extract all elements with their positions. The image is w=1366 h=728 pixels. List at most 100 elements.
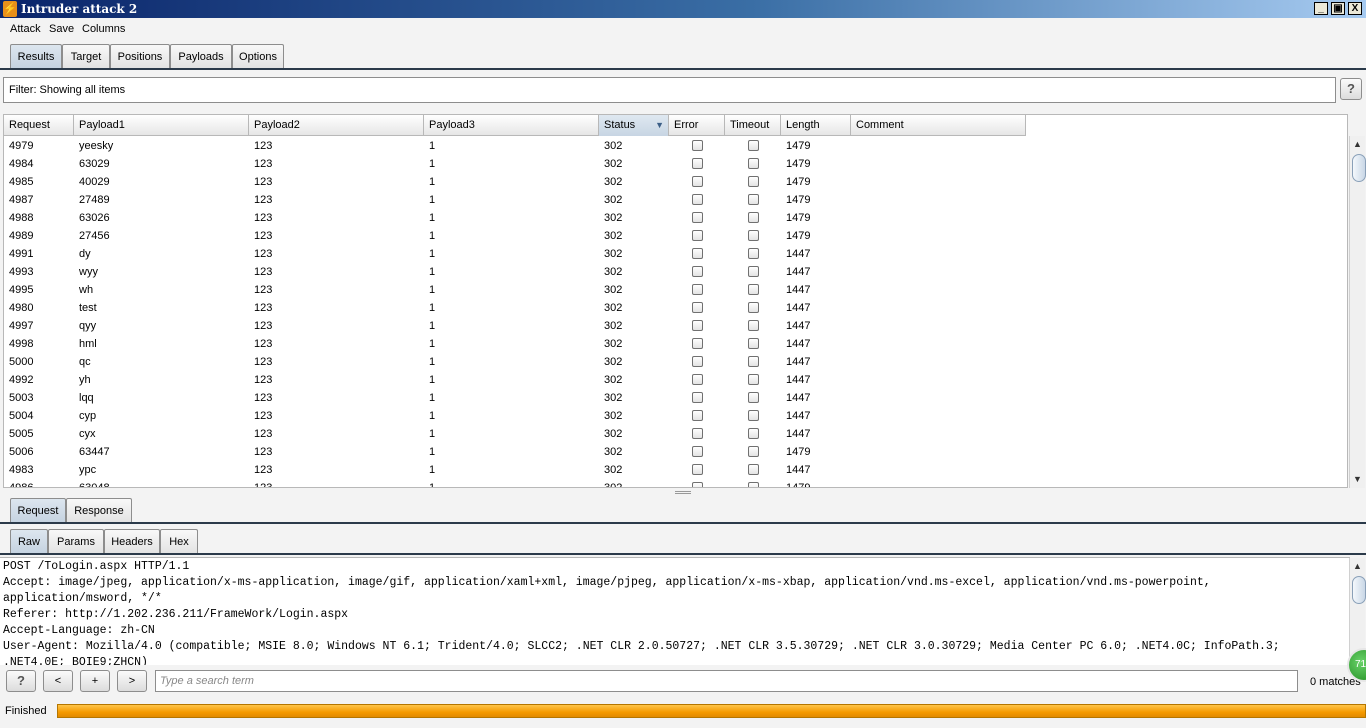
- table-row[interactable]: 5005 cyx 123 1 302 1447: [4, 425, 1026, 443]
- tab-raw[interactable]: Raw: [10, 529, 48, 554]
- menu-columns[interactable]: Columns: [82, 23, 125, 35]
- column-timeout[interactable]: Timeout: [725, 115, 781, 136]
- table-row[interactable]: 4985 40029 123 1 302 1479: [4, 173, 1026, 191]
- cell-payload3: 1: [429, 428, 436, 440]
- tab-payloads[interactable]: Payloads: [170, 44, 232, 69]
- error-checkbox: [692, 428, 703, 439]
- timeout-checkbox: [748, 392, 759, 403]
- tab-hex[interactable]: Hex: [160, 529, 198, 554]
- table-row[interactable]: 4988 63026 123 1 302 1479: [4, 209, 1026, 227]
- cell-payload2: 123: [254, 410, 273, 422]
- table-row[interactable]: 4989 27456 123 1 302 1479: [4, 227, 1026, 245]
- timeout-checkbox: [748, 230, 759, 241]
- tab-response[interactable]: Response: [66, 498, 132, 523]
- cell-payload3: 1: [429, 212, 436, 224]
- cell-request: 4980: [9, 302, 34, 314]
- cell-request: 4998: [9, 338, 34, 350]
- previous-match-button[interactable]: <: [43, 670, 73, 692]
- request-line: Accept: image/jpeg, application/x-ms-app…: [3, 576, 1211, 589]
- tab-results[interactable]: Results: [10, 44, 62, 69]
- table-row[interactable]: 4979 yeesky 123 1 302 1479: [4, 137, 1026, 155]
- results-scrollbar[interactable]: ▲ ▼: [1349, 136, 1366, 488]
- scroll-up-icon[interactable]: ▲: [1353, 139, 1362, 149]
- timeout-checkbox: [748, 248, 759, 259]
- menu-save[interactable]: Save: [49, 23, 74, 35]
- cell-payload1: 27489: [79, 194, 110, 206]
- table-row[interactable]: 5003 lqq 123 1 302 1447: [4, 389, 1026, 407]
- filter-help-button[interactable]: ?: [1340, 78, 1362, 100]
- maximize-button[interactable]: ▣: [1331, 2, 1345, 15]
- column-length[interactable]: Length: [781, 115, 851, 136]
- table-row[interactable]: 4997 qyy 123 1 302 1447: [4, 317, 1026, 335]
- cell-payload1: 63026: [79, 212, 110, 224]
- menu-attack[interactable]: Attack: [10, 23, 41, 35]
- table-row[interactable]: 5004 cyp 123 1 302 1447: [4, 407, 1026, 425]
- cell-payload2: 123: [254, 446, 273, 458]
- table-row[interactable]: 4983 ypc 123 1 302 1447: [4, 461, 1026, 479]
- cell-request: 4995: [9, 284, 34, 296]
- cell-length: 1479: [786, 194, 811, 206]
- table-row[interactable]: 5000 qc 123 1 302 1447: [4, 353, 1026, 371]
- error-checkbox: [692, 356, 703, 367]
- column-error[interactable]: Error: [669, 115, 725, 136]
- column-payload1[interactable]: Payload1: [74, 115, 249, 136]
- scroll-up-icon[interactable]: ▲: [1353, 561, 1362, 571]
- tab-options[interactable]: Options: [232, 44, 284, 69]
- table-row[interactable]: 4998 hml 123 1 302 1447: [4, 335, 1026, 353]
- cell-payload3: 1: [429, 248, 436, 260]
- tab-positions[interactable]: Positions: [110, 44, 170, 69]
- cell-request: 4993: [9, 266, 34, 278]
- close-button[interactable]: X: [1348, 2, 1362, 15]
- error-checkbox: [692, 266, 703, 277]
- search-help-button[interactable]: ?: [6, 670, 36, 692]
- cell-payload2: 123: [254, 212, 273, 224]
- cell-request: 4987: [9, 194, 34, 206]
- detail-tab-divider: [0, 522, 1366, 524]
- search-input[interactable]: [155, 670, 1298, 692]
- table-row[interactable]: 4984 63029 123 1 302 1479: [4, 155, 1026, 173]
- cell-payload1: yeesky: [79, 140, 114, 152]
- cell-payload3: 1: [429, 266, 436, 278]
- table-row[interactable]: 5006 63447 123 1 302 1479: [4, 443, 1026, 461]
- filter-bar[interactable]: Filter: Showing all items: [3, 77, 1336, 103]
- scroll-thumb[interactable]: [1352, 576, 1366, 604]
- cell-payload1: 40029: [79, 176, 110, 188]
- cell-status: 302: [604, 428, 623, 440]
- cell-length: 1479: [786, 230, 811, 242]
- cell-status: 302: [604, 140, 623, 152]
- tab-params[interactable]: Params: [48, 529, 104, 554]
- add-match-button[interactable]: +: [80, 670, 110, 692]
- cell-payload2: 123: [254, 464, 273, 476]
- cell-status: 302: [604, 410, 623, 422]
- table-row[interactable]: 4992 yh 123 1 302 1447: [4, 371, 1026, 389]
- column-request[interactable]: Request: [4, 115, 74, 136]
- table-header: Request Payload1 Payload2 Payload3 Statu…: [4, 115, 1026, 136]
- table-row[interactable]: 4986 63048 123 1 302 1479: [4, 479, 1026, 487]
- raw-request-editor[interactable]: POST /ToLogin.aspx HTTP/1.1 Accept: imag…: [0, 557, 1350, 665]
- column-payload2[interactable]: Payload2: [249, 115, 424, 136]
- minimize-button[interactable]: _: [1314, 2, 1328, 15]
- status-bar: Finished: [0, 700, 1366, 724]
- tab-headers[interactable]: Headers: [104, 529, 160, 554]
- column-status[interactable]: Status ▼: [599, 115, 669, 136]
- table-row[interactable]: 4987 27489 123 1 302 1479: [4, 191, 1026, 209]
- cell-request: 5004: [9, 410, 34, 422]
- timeout-checkbox: [748, 320, 759, 331]
- table-row[interactable]: 4993 wyy 123 1 302 1447: [4, 263, 1026, 281]
- scroll-down-icon[interactable]: ▼: [1353, 474, 1362, 484]
- cell-length: 1479: [786, 158, 811, 170]
- cell-payload2: 123: [254, 338, 273, 350]
- tab-target[interactable]: Target: [62, 44, 110, 69]
- table-row[interactable]: 4991 dy 123 1 302 1447: [4, 245, 1026, 263]
- scroll-thumb[interactable]: [1352, 154, 1366, 182]
- splitter-handle[interactable]: [675, 491, 691, 494]
- request-line: User-Agent: Mozilla/4.0 (compatible; MSI…: [3, 640, 1280, 653]
- table-row[interactable]: 4995 wh 123 1 302 1447: [4, 281, 1026, 299]
- column-comment[interactable]: Comment: [851, 115, 1026, 136]
- table-row[interactable]: 4980 test 123 1 302 1447: [4, 299, 1026, 317]
- cell-length: 1447: [786, 302, 811, 314]
- column-payload3[interactable]: Payload3: [424, 115, 599, 136]
- cell-status: 302: [604, 464, 623, 476]
- next-match-button[interactable]: >: [117, 670, 147, 692]
- tab-request[interactable]: Request: [10, 498, 66, 523]
